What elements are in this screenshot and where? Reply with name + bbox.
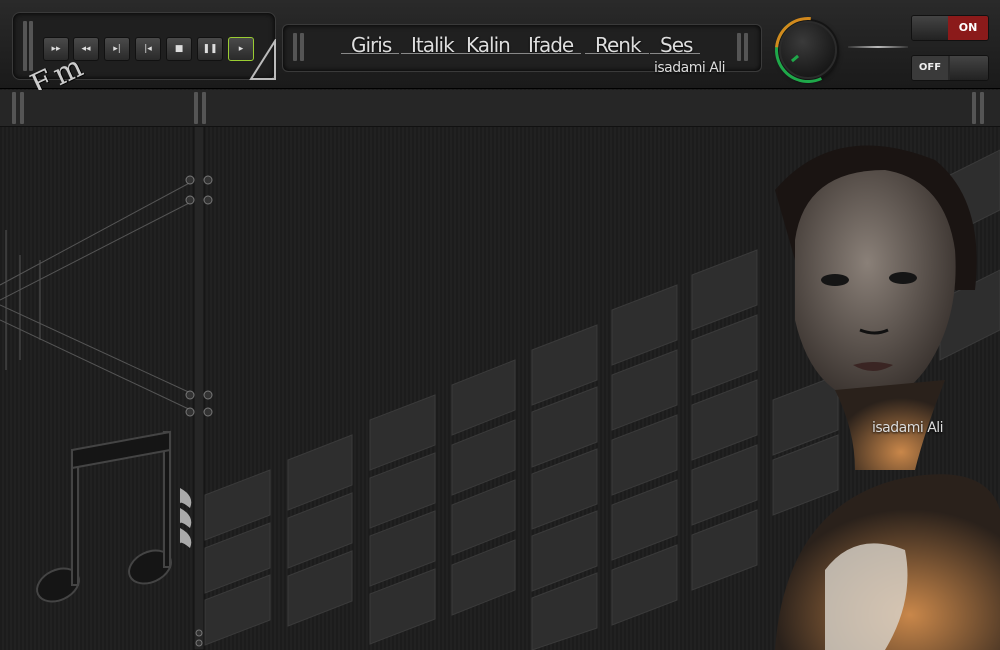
menu-item-italik[interactable]: Italik: [401, 33, 462, 57]
menu-item-renk[interactable]: Renk: [585, 33, 649, 57]
grip-handle: [293, 33, 297, 61]
portrait-signature: isadami Ali: [872, 420, 944, 436]
volume-knob[interactable]: [761, 3, 855, 97]
grip-handle: [744, 33, 748, 61]
grip-handle: [23, 21, 27, 71]
pause-button[interactable]: ❚❚: [197, 37, 223, 61]
grip-handle: [20, 92, 24, 124]
menu-item-giris[interactable]: Giris: [340, 33, 400, 57]
grip-handle: [202, 92, 206, 124]
next-track-button[interactable]: ▸|: [104, 37, 130, 61]
signature: isadami Ali: [654, 60, 726, 76]
grip-handle: [980, 92, 984, 124]
resize-corner-icon[interactable]: [249, 39, 277, 81]
portrait-image: [775, 145, 1000, 650]
grip-handle: [737, 33, 741, 61]
on-switch[interactable]: ON: [911, 15, 989, 41]
off-label: OFF: [912, 56, 948, 80]
knob-level-arc: [761, 3, 855, 97]
grip-handle: [972, 92, 976, 124]
menu-item-ifade[interactable]: Ifade: [517, 33, 582, 57]
menu-item-kalin[interactable]: Kalin: [456, 33, 518, 57]
menu-item-ses[interactable]: Ses: [649, 33, 701, 57]
previous-track-button[interactable]: |◂: [135, 37, 161, 61]
secondary-bar: [0, 90, 1000, 127]
grip-handle: [194, 92, 198, 124]
switch-thumb: [912, 16, 950, 40]
grip-handle: [29, 21, 33, 71]
level-line: [848, 46, 908, 48]
top-toolbar: ▸▸ ◂◂ ▸| |◂ ■ ❚❚ ▸ Giris Italik Kalin If…: [0, 0, 1000, 97]
grip-handle: [300, 33, 304, 61]
stop-button[interactable]: ■: [166, 37, 192, 61]
off-switch[interactable]: OFF: [911, 55, 989, 81]
on-label: ON: [948, 16, 988, 40]
grip-handle: [12, 92, 16, 124]
music-note-icon: [36, 430, 172, 603]
switch-thumb: [950, 56, 988, 80]
